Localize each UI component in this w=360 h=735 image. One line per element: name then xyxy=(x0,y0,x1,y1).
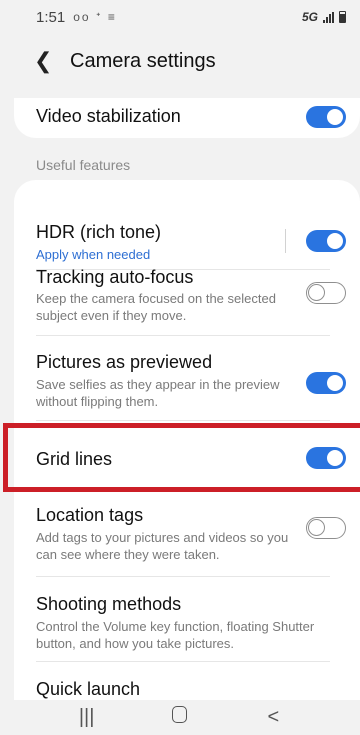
location-tags-row[interactable]: Location tags Add tags to your pictures … xyxy=(14,491,360,576)
quick-launch-label: Quick launch xyxy=(36,679,141,699)
shooting-methods-row[interactable]: Shooting methods Control the Volume key … xyxy=(14,577,360,661)
back-button[interactable]: < xyxy=(253,706,293,729)
grid-lines-row[interactable]: Grid lines xyxy=(14,421,360,491)
battery-icon xyxy=(339,11,346,23)
signal-icon xyxy=(323,11,334,23)
quick-launch-row[interactable]: Quick launch xyxy=(14,662,360,700)
tracking-autofocus-subtitle: Keep the camera focused on the selected … xyxy=(36,291,276,323)
hdr-label: HDR (rich tone) xyxy=(36,222,162,242)
pictures-as-previewed-label: Pictures as previewed xyxy=(36,352,213,372)
status-time: 1:51 xyxy=(36,8,66,26)
location-tags-subtitle: Add tags to your pictures and videos so … xyxy=(36,530,289,562)
hdr-toggle[interactable] xyxy=(306,230,346,252)
page-title: Camera settings xyxy=(70,49,216,72)
home-button[interactable] xyxy=(160,706,200,729)
shooting-methods-subtitle: Control the Volume key function, floatin… xyxy=(36,619,315,651)
shooting-methods-label: Shooting methods xyxy=(36,594,182,614)
pictures-as-previewed-toggle[interactable] xyxy=(306,372,346,394)
notification-icons: ᴏᴏ ᕀ ≡ xyxy=(73,10,117,24)
hdr-subtitle: Apply when needed xyxy=(36,247,151,262)
useful-features-card: HDR (rich tone) Apply when needed Tracki… xyxy=(14,180,360,700)
video-stabilization-row[interactable]: Video stabilization xyxy=(14,98,360,138)
divider-vertical xyxy=(285,229,286,253)
grid-lines-label: Grid lines xyxy=(36,449,113,469)
location-tags-label: Location tags xyxy=(36,505,144,525)
tracking-autofocus-toggle[interactable] xyxy=(306,282,346,304)
pictures-as-previewed-subtitle: Save selfies as they appear in the previ… xyxy=(36,377,280,409)
section-label-useful-features: Useful features xyxy=(36,157,131,173)
home-icon xyxy=(172,706,188,723)
navigation-bar: ||| < xyxy=(0,700,360,735)
video-stabilization-label: Video stabilization xyxy=(36,106,181,126)
recents-button[interactable]: ||| xyxy=(67,706,107,729)
network-type: 5G xyxy=(301,10,318,24)
tracking-autofocus-label: Tracking auto-focus xyxy=(36,267,194,287)
back-arrow-icon[interactable]: ❮ xyxy=(34,50,58,72)
video-stabilization-toggle[interactable] xyxy=(306,106,346,128)
status-bar: 1:51 ᴏᴏ ᕀ ≡ 5G xyxy=(0,0,360,34)
header: ❮ Camera settings xyxy=(0,38,360,84)
pictures-as-previewed-row[interactable]: Pictures as previewed Save selfies as th… xyxy=(14,336,360,421)
hdr-row[interactable]: HDR (rich tone) Apply when needed xyxy=(14,180,360,262)
grid-lines-toggle[interactable] xyxy=(306,447,346,469)
location-tags-toggle[interactable] xyxy=(306,517,346,539)
